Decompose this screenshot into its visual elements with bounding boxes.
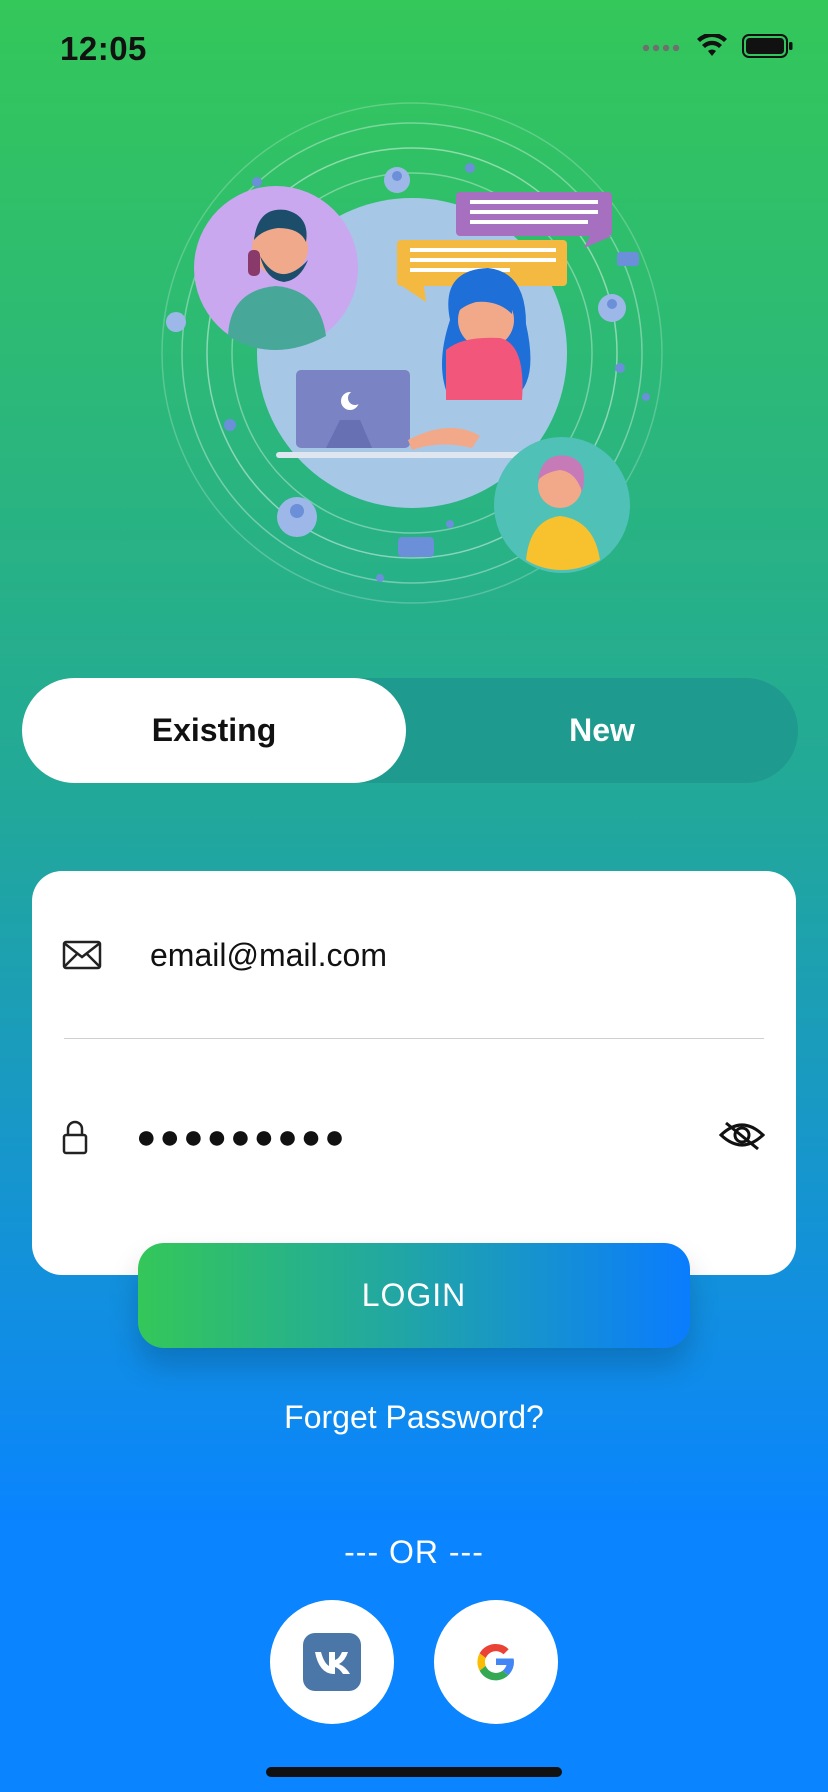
login-button[interactable]: LOGIN — [138, 1243, 690, 1348]
hide-password-eye-icon[interactable] — [718, 1119, 766, 1156]
lock-icon — [62, 1119, 88, 1155]
account-type-segmented-control: Existing New — [22, 678, 798, 783]
segment-existing[interactable]: Existing — [22, 678, 406, 783]
status-icons — [642, 34, 794, 58]
cellular-signal-icon — [642, 44, 680, 52]
login-form-card: email@mail.com ●●●●●●●●● — [32, 871, 796, 1275]
battery-icon — [742, 34, 793, 58]
status-time: 12:05 — [60, 30, 147, 67]
password-value[interactable]: ●●●●●●●●● — [136, 1118, 348, 1157]
google-login-button[interactable] — [434, 1600, 558, 1724]
or-divider-text: --- OR --- — [344, 1534, 484, 1570]
field-divider — [64, 1038, 764, 1039]
google-icon — [477, 1643, 514, 1681]
forgot-password-link[interactable]: Forget Password? — [0, 1399, 828, 1436]
wifi-icon — [697, 34, 727, 56]
password-field[interactable]: ●●●●●●●●● — [32, 1091, 796, 1183]
status-bar: 12:05 — [0, 0, 828, 100]
email-value[interactable]: email@mail.com — [150, 937, 387, 974]
vk-icon — [303, 1633, 361, 1691]
segment-new[interactable]: New — [406, 678, 798, 783]
home-indicator — [266, 1767, 562, 1777]
envelope-icon — [62, 940, 102, 970]
vk-login-button[interactable] — [270, 1600, 394, 1724]
customer-support-illustration — [161, 102, 663, 604]
email-field[interactable]: email@mail.com — [32, 871, 796, 1039]
